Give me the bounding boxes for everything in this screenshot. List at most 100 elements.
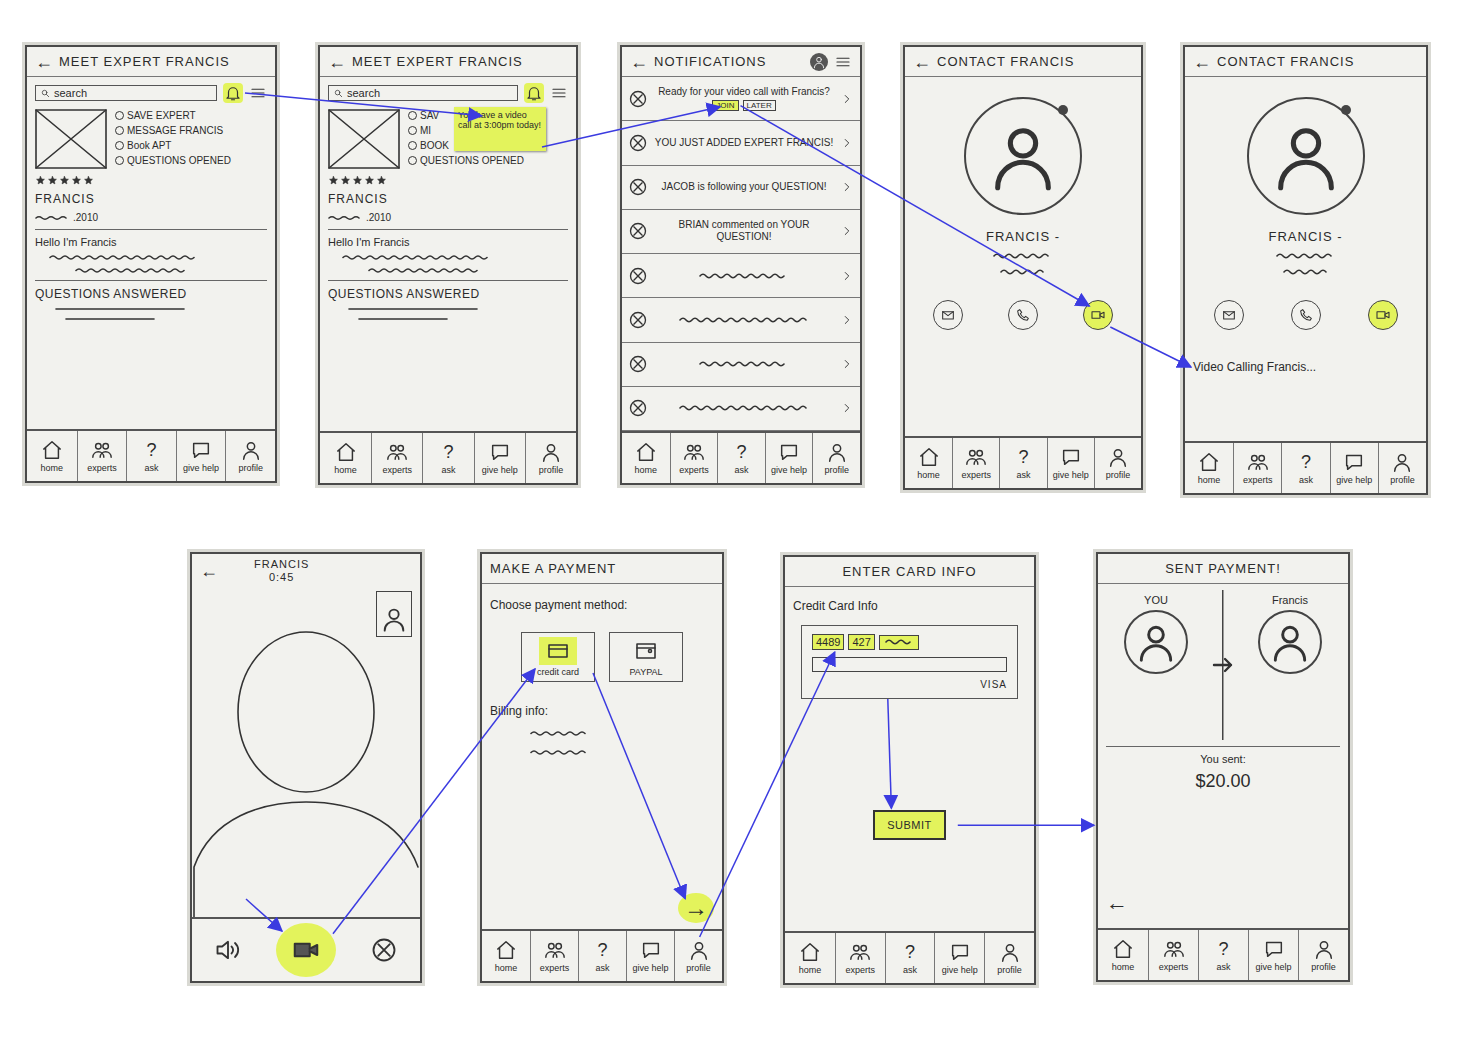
notification-button[interactable]: LATER: [743, 100, 776, 112]
nav-tab[interactable]: give help: [626, 931, 674, 981]
nav-tab[interactable]: profile: [812, 433, 860, 483]
paypal-option[interactable]: PAYPAL: [609, 632, 683, 682]
radio-dot: [115, 111, 124, 120]
nav-tab[interactable]: profile: [1378, 443, 1426, 493]
call-button[interactable]: [1008, 300, 1038, 330]
nav-tab[interactable]: ?ask: [1281, 443, 1329, 493]
back-button[interactable]: ←: [630, 53, 648, 71]
notification-text: Ready for your video call with Francis?: [658, 86, 830, 98]
nav-tab[interactable]: give help: [176, 431, 226, 481]
nav-tab[interactable]: home: [1185, 443, 1233, 493]
nav-tab[interactable]: ?ask: [717, 433, 765, 483]
nav-label: give help: [1336, 475, 1372, 485]
nav-tab[interactable]: give help: [1330, 443, 1378, 493]
notification-item[interactable]: JACOB is following your QUESTION!: [622, 166, 860, 210]
back-button[interactable]: ←: [328, 53, 346, 71]
notification-item[interactable]: [622, 343, 860, 387]
nav-tab[interactable]: experts: [530, 931, 578, 981]
search-field[interactable]: search: [328, 85, 518, 101]
nav-tab[interactable]: experts: [835, 933, 885, 983]
card-field[interactable]: 4489: [812, 634, 844, 650]
nav-label: ask: [1216, 962, 1230, 972]
nav-tab[interactable]: profile: [1298, 930, 1348, 980]
avatar-badge[interactable]: [810, 53, 828, 71]
nav-tab[interactable]: ?ask: [126, 431, 176, 481]
action-item[interactable]: MESSAGE FRANCIS: [115, 124, 267, 137]
message-button[interactable]: [933, 300, 963, 330]
nav-tab[interactable]: experts: [670, 433, 718, 483]
back-button[interactable]: ←: [1193, 53, 1211, 71]
notification-item[interactable]: BRIAN commented on YOUR QUESTION!: [622, 210, 860, 254]
notification-button[interactable]: JOIN: [712, 100, 738, 112]
action-item[interactable]: QUESTIONS OPENED: [115, 154, 267, 167]
menu-icon[interactable]: [834, 53, 852, 71]
nav-tab[interactable]: profile: [225, 431, 275, 481]
nav-tab[interactable]: home: [905, 438, 952, 488]
action-item[interactable]: Book APT: [115, 139, 267, 152]
submit-button[interactable]: SUBMIT: [873, 810, 946, 840]
nav-tab[interactable]: home: [785, 933, 835, 983]
menu-icon[interactable]: [249, 84, 267, 102]
nav-tab[interactable]: experts: [371, 433, 422, 483]
nav-tab[interactable]: home: [320, 433, 371, 483]
speaker-control[interactable]: [211, 933, 245, 967]
notifications-button[interactable]: [524, 83, 544, 103]
back-button[interactable]: ←: [1106, 892, 1340, 914]
person-icon: [1391, 451, 1413, 473]
notification-item[interactable]: YOU JUST ADDED EXPERT FRANCIS!: [622, 121, 860, 165]
contact-body: FRANCIS -: [905, 77, 1141, 436]
search-field[interactable]: search: [35, 85, 217, 101]
end-control[interactable]: [367, 933, 401, 967]
card-field[interactable]: [812, 657, 1007, 672]
nav-tab[interactable]: profile: [674, 931, 722, 981]
nav-tab[interactable]: give help: [765, 433, 813, 483]
nav-tab[interactable]: home: [27, 431, 77, 481]
nav-tab[interactable]: give help: [474, 433, 525, 483]
nav-tab[interactable]: profile: [525, 433, 576, 483]
nav-tab[interactable]: ?ask: [999, 438, 1046, 488]
nav-tab[interactable]: experts: [952, 438, 999, 488]
notifications-button[interactable]: [223, 83, 243, 103]
notification-item[interactable]: [622, 298, 860, 342]
notification-item[interactable]: Ready for your video call with Francis? J…: [622, 77, 860, 121]
video-control[interactable]: [276, 923, 336, 977]
menu-icon[interactable]: [550, 84, 568, 102]
notification-item[interactable]: [622, 254, 860, 298]
nav-tab[interactable]: give help: [1047, 438, 1094, 488]
next-button[interactable]: →: [678, 893, 714, 923]
notification-item[interactable]: [622, 387, 860, 431]
nav-tab[interactable]: home: [622, 433, 670, 483]
back-button[interactable]: ←: [913, 53, 931, 71]
card-field-value: 427: [852, 636, 870, 648]
phone-screen: ←CONTACT FRANCISFRANCIS -homeexperts?ask…: [903, 45, 1143, 490]
card-field[interactable]: [879, 635, 919, 650]
nav-tab[interactable]: give help: [1248, 930, 1298, 980]
nav-tab[interactable]: ?ask: [885, 933, 935, 983]
nav-tab[interactable]: ?ask: [1198, 930, 1248, 980]
call-button[interactable]: [1291, 300, 1321, 330]
action-item[interactable]: SAVE EXPERT: [115, 109, 267, 122]
nav-tab[interactable]: profile: [984, 933, 1034, 983]
nav-tab[interactable]: give help: [934, 933, 984, 983]
sent-amount: $20.00: [1106, 771, 1340, 792]
video-button[interactable]: [1083, 300, 1113, 330]
nav-tab[interactable]: home: [482, 931, 530, 981]
people-icon: [544, 939, 566, 961]
card-option[interactable]: credit card: [521, 632, 595, 682]
back-button[interactable]: ←: [200, 562, 218, 580]
nav-tab[interactable]: ?ask: [578, 931, 626, 981]
card-field[interactable]: 427: [848, 634, 874, 650]
video-button[interactable]: [1368, 300, 1398, 330]
chevron-icon: [840, 401, 854, 415]
message-button[interactable]: [1214, 300, 1244, 330]
header-bar: ENTER CARD INFO: [785, 557, 1034, 587]
person-icon: [826, 441, 848, 463]
nav-tab[interactable]: profile: [1094, 438, 1141, 488]
nav-tab[interactable]: experts: [1148, 930, 1198, 980]
nav-tab[interactable]: experts: [77, 431, 127, 481]
back-button[interactable]: ←: [35, 53, 53, 71]
action-item[interactable]: QUESTIONS OPENED: [408, 154, 568, 167]
nav-tab[interactable]: ?ask: [422, 433, 473, 483]
nav-tab[interactable]: experts: [1233, 443, 1281, 493]
nav-tab[interactable]: home: [1098, 930, 1148, 980]
